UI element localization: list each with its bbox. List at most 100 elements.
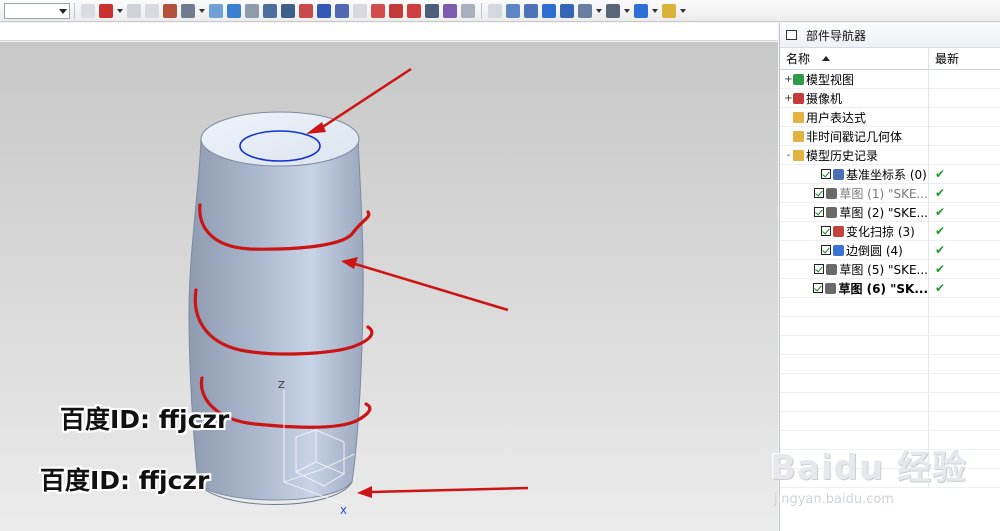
grid-icon[interactable] bbox=[245, 3, 259, 18]
tree-row-name-cell: 非时间戳记几何体 bbox=[780, 126, 929, 146]
line-icon[interactable] bbox=[263, 3, 277, 18]
empty-tree-row bbox=[780, 431, 1000, 450]
tree-row-label: 用户表达式 bbox=[806, 110, 867, 125]
watermark-text-1: 百度ID: ffjczr bbox=[60, 405, 230, 434]
column-header-name[interactable]: 名称 bbox=[780, 48, 929, 69]
axis-z-label: Z bbox=[278, 380, 285, 391]
watermark-text-2: 百度ID: ffjczr bbox=[40, 466, 210, 495]
empty-cell bbox=[780, 393, 929, 411]
empty-cell bbox=[780, 317, 929, 335]
undo-icon[interactable] bbox=[81, 3, 95, 18]
tree-row[interactable]: + 摄像机 bbox=[780, 88, 1000, 108]
selection-filter-dropdown[interactable] bbox=[4, 2, 70, 19]
feature-checkbox[interactable] bbox=[814, 264, 825, 274]
chevron-down-icon[interactable] bbox=[117, 8, 123, 13]
box-select-icon[interactable] bbox=[181, 3, 195, 18]
annotation-arrow-top bbox=[306, 67, 412, 134]
tree-row-label: 模型历史记录 bbox=[806, 148, 879, 163]
graphics-viewport[interactable]: Z X 百度ID: ffjczr 百度ID: ffjczr bbox=[0, 42, 778, 531]
tree-row[interactable]: 用户表达式 bbox=[780, 107, 1000, 127]
tree-row-name-cell: + 摄像机 bbox=[780, 88, 929, 108]
tree-row-name-cell: - 模型历史记录 bbox=[780, 145, 929, 165]
folder-icon bbox=[793, 130, 804, 142]
chevron-down-icon[interactable] bbox=[680, 8, 686, 13]
feature-checkbox[interactable] bbox=[814, 207, 825, 217]
measure-icon[interactable] bbox=[425, 3, 439, 18]
target-icon[interactable] bbox=[371, 3, 385, 18]
tree-row[interactable]: 基准坐标系 (0) ✔ bbox=[780, 164, 1000, 184]
toolbar-separator bbox=[481, 2, 482, 19]
feature-checkbox[interactable] bbox=[821, 169, 831, 179]
pan-icon[interactable] bbox=[524, 3, 538, 18]
chevron-down-icon[interactable] bbox=[596, 8, 602, 13]
tree-row[interactable]: 非时间戳记几何体 bbox=[780, 126, 1000, 146]
crosshair-icon[interactable] bbox=[407, 3, 421, 18]
tree-row-latest-cell: ✔ bbox=[929, 222, 1000, 241]
expand-icon[interactable]: + bbox=[784, 93, 793, 104]
arc-icon[interactable] bbox=[299, 3, 313, 18]
render-icon[interactable] bbox=[443, 3, 457, 18]
expand-icon[interactable]: + bbox=[784, 74, 793, 85]
layer-icon[interactable] bbox=[634, 3, 648, 18]
main-toolbar bbox=[0, 0, 1000, 22]
tree-row-label: 草图 (6) "SK... bbox=[838, 281, 928, 296]
spline-icon[interactable] bbox=[317, 3, 331, 18]
fit-icon[interactable] bbox=[488, 3, 502, 18]
plus-icon[interactable] bbox=[127, 3, 141, 18]
slash-icon[interactable] bbox=[281, 3, 295, 18]
tree-row-label: 模型视图 bbox=[806, 72, 855, 87]
feature-checkbox[interactable] bbox=[821, 226, 831, 236]
tree-row[interactable]: 草图 (1) "SKE... ✔ bbox=[780, 183, 1000, 203]
chevron-down-icon[interactable] bbox=[199, 8, 205, 13]
snap-icon[interactable] bbox=[163, 3, 177, 18]
display-icon[interactable] bbox=[606, 3, 620, 18]
move-icon[interactable] bbox=[145, 3, 159, 18]
up-to-date-check-icon: ✔ bbox=[935, 281, 946, 295]
tree-row-name-cell: 草图 (2) "SKE... bbox=[780, 202, 929, 222]
tree-row-latest-cell bbox=[929, 70, 1000, 89]
empty-tree-row bbox=[780, 355, 1000, 374]
empty-tree-row bbox=[780, 374, 1000, 393]
up-arrow-icon[interactable] bbox=[353, 3, 367, 18]
select-icon[interactable] bbox=[99, 3, 113, 18]
zoom-icon[interactable] bbox=[542, 3, 556, 18]
tree-row[interactable]: 边倒圆 (4) ✔ bbox=[780, 240, 1000, 260]
chevron-down-icon[interactable] bbox=[652, 8, 658, 13]
column-header-name-label: 名称 bbox=[786, 52, 811, 66]
tree-row[interactable]: 草图 (5) "SKE... ✔ bbox=[780, 259, 1000, 279]
empty-tree-row bbox=[780, 412, 1000, 431]
folder-icon bbox=[793, 111, 804, 123]
collapse-icon[interactable]: - bbox=[784, 150, 793, 161]
variational-sweep-icon bbox=[833, 225, 844, 237]
tree-row-name-cell: 基准坐标系 (0) bbox=[780, 164, 929, 184]
toolbar-separator bbox=[74, 2, 75, 19]
pin-icon[interactable] bbox=[786, 30, 797, 40]
table-icon[interactable] bbox=[461, 3, 475, 18]
tree-row-name-cell: 草图 (1) "SKE... bbox=[780, 183, 929, 203]
rotate-icon[interactable] bbox=[506, 3, 520, 18]
tree-row[interactable]: 草图 (6) "SK... ✔ bbox=[780, 278, 1000, 298]
tree-row[interactable]: - 模型历史记录 bbox=[780, 145, 1000, 165]
curve-icon[interactable] bbox=[335, 3, 349, 18]
circle-icon[interactable] bbox=[389, 3, 403, 18]
feature-checkbox[interactable] bbox=[821, 245, 831, 255]
tree-row-label: 基准坐标系 (0) bbox=[846, 167, 927, 182]
edge-blend-icon bbox=[833, 244, 844, 256]
chevron-down-icon[interactable] bbox=[624, 8, 630, 13]
tree-row-name-cell: 草图 (6) "SK... bbox=[780, 278, 929, 298]
shaded-icon[interactable] bbox=[578, 3, 592, 18]
feature-checkbox[interactable] bbox=[813, 283, 824, 293]
tree-row[interactable]: 草图 (2) "SKE... ✔ bbox=[780, 202, 1000, 222]
model-body[interactable] bbox=[188, 138, 364, 501]
feature-checkbox[interactable] bbox=[814, 188, 825, 198]
tree-row[interactable]: + 模型视图 bbox=[780, 69, 1000, 89]
orient-icon[interactable] bbox=[560, 3, 574, 18]
model-views-icon bbox=[793, 73, 804, 85]
solid-view-icon[interactable] bbox=[227, 3, 241, 18]
tree-row-label: 摄像机 bbox=[806, 91, 843, 106]
tree-row[interactable]: 变化扫掠 (3) ✔ bbox=[780, 221, 1000, 241]
tools-icon[interactable] bbox=[662, 3, 676, 18]
column-header-latest[interactable]: 最新 bbox=[929, 48, 1000, 69]
cube-view-icon[interactable] bbox=[209, 3, 223, 18]
up-to-date-check-icon: ✔ bbox=[935, 186, 946, 200]
